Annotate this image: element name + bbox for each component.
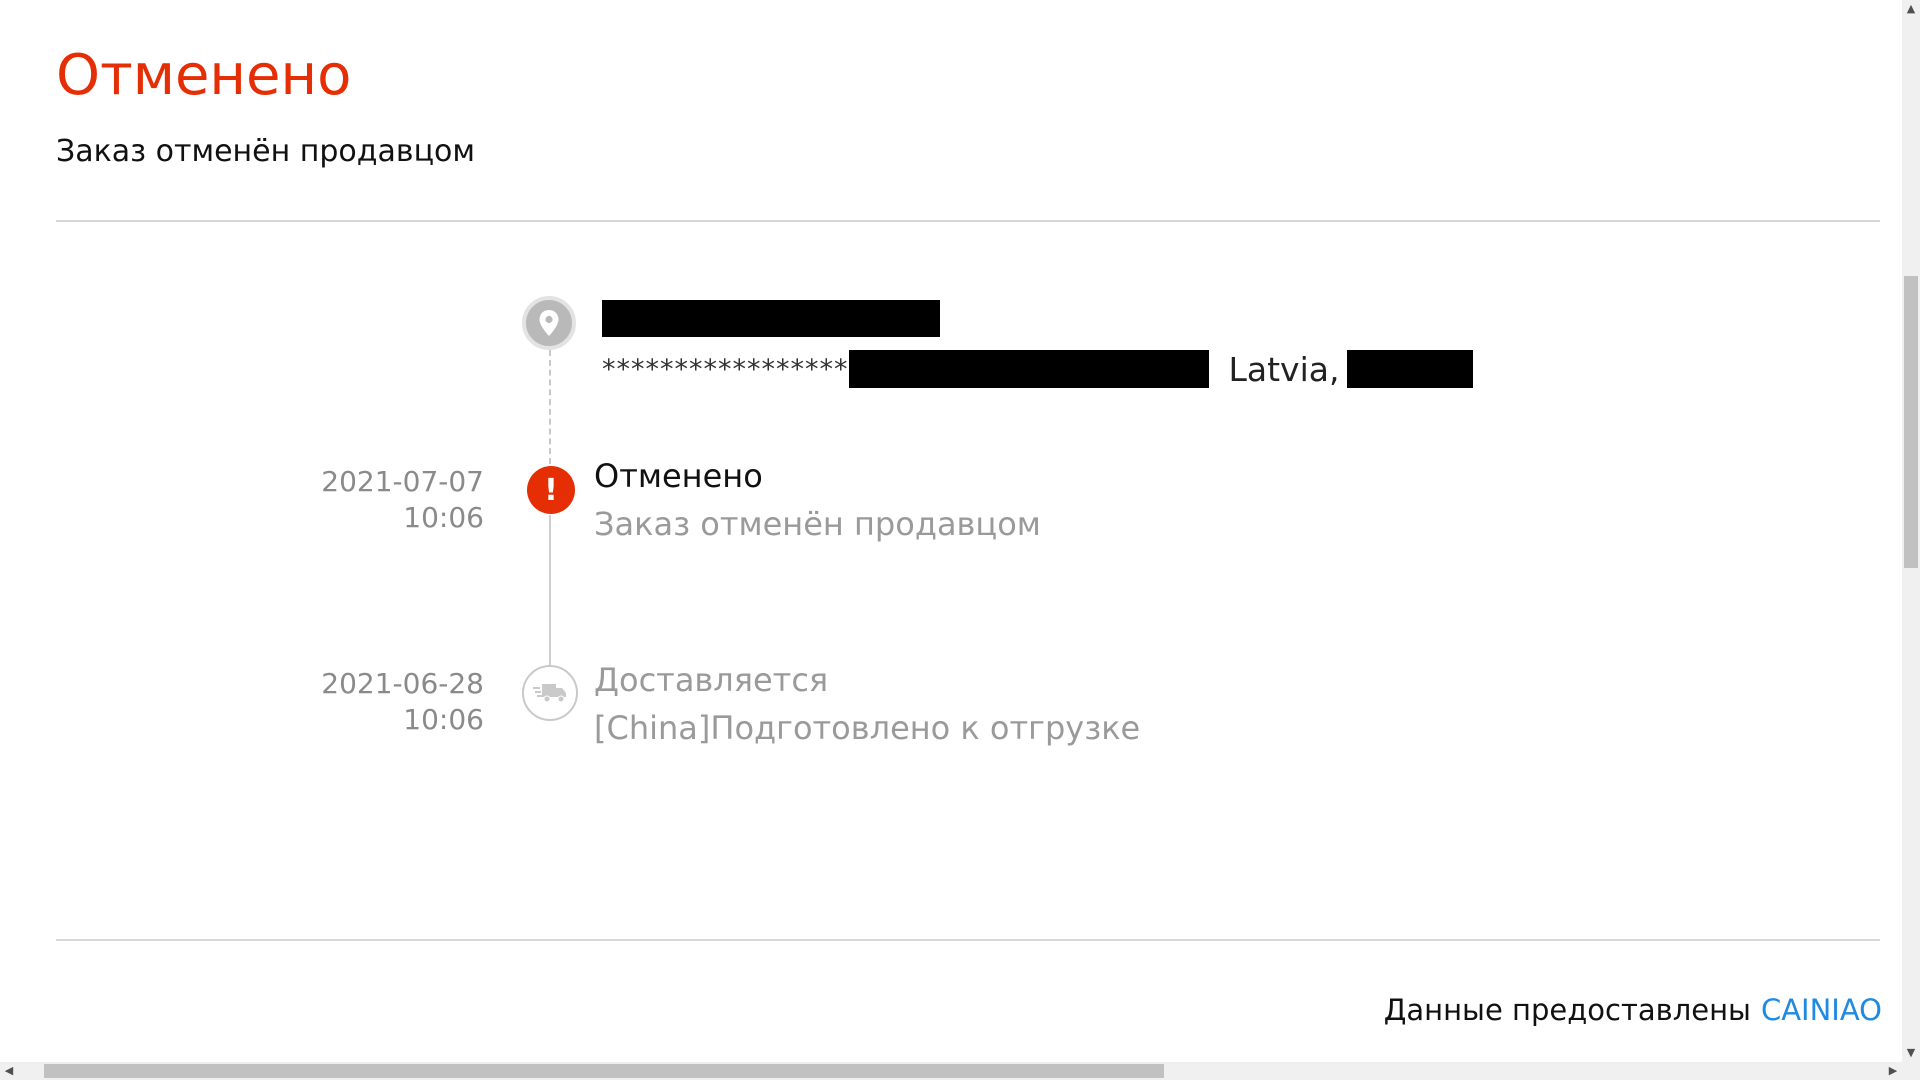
scroll-right-arrow-icon[interactable]: ▶	[1884, 1062, 1902, 1080]
divider-top	[56, 220, 1880, 222]
scroll-left-arrow-icon[interactable]: ◀	[0, 1062, 18, 1080]
timeline-connector-dashed	[549, 350, 551, 464]
location-pin-glyph	[539, 310, 559, 336]
event-description: Заказ отменён продавцом	[594, 505, 1041, 543]
provider-label: Данные предоставлены	[1383, 993, 1751, 1027]
address-masked: *****************	[602, 353, 849, 385]
scroll-up-arrow-icon[interactable]: ▲	[1902, 0, 1920, 18]
order-status-title: Отменено	[56, 43, 352, 108]
cainiao-link[interactable]: CAINIAO	[1761, 993, 1882, 1027]
horizontal-scroll-thumb[interactable]	[44, 1064, 1164, 1078]
vertical-scrollbar[interactable]: ▲ ▼	[1902, 0, 1920, 1062]
order-status-subtitle: Заказ отменён продавцом	[56, 134, 475, 169]
location-pin-icon	[522, 296, 576, 350]
address-postcode-redacted	[1347, 350, 1474, 388]
event-title: Доставляется	[594, 661, 829, 699]
scroll-down-arrow-icon[interactable]: ▼	[1902, 1044, 1920, 1062]
alert-icon: !	[527, 466, 575, 514]
divider-bottom	[56, 939, 1880, 941]
address-country: Latvia,	[1228, 349, 1340, 389]
vertical-scroll-thumb[interactable]	[1904, 276, 1918, 568]
timeline-connector-solid	[549, 515, 551, 665]
truck-glyph	[533, 684, 566, 703]
data-provider: Данные предоставлены CAINIAO	[1384, 990, 1882, 1030]
delivery-address: ***************** Latvia,	[602, 348, 1474, 390]
horizontal-scrollbar[interactable]: ◀ ▶	[0, 1062, 1920, 1080]
tracking-page: Отменено Заказ отменён продавцом *******…	[0, 0, 1920, 1080]
recipient-name-redacted	[602, 300, 940, 337]
event-date: 2021-07-07 10:06	[321, 465, 484, 534]
truck-icon	[522, 665, 578, 721]
event-title: Отменено	[594, 457, 763, 495]
address-street-redacted	[848, 350, 1209, 388]
event-description: [China]Подготовлено к отгрузке	[594, 709, 1141, 747]
event-date: 2021-06-28 10:06	[321, 667, 484, 736]
